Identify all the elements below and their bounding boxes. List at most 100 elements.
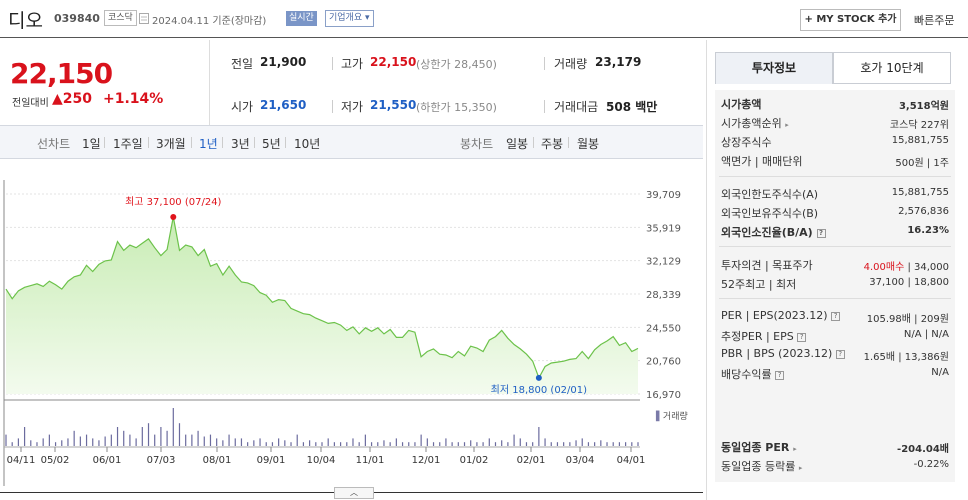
market-badge: 코스닥 xyxy=(104,10,137,26)
volume-bar xyxy=(414,442,416,446)
candle-weekly[interactable]: 주봉 xyxy=(541,135,563,152)
sector-per-label[interactable]: 동일업종 PER ▸ xyxy=(721,439,797,455)
company-overview-dropdown[interactable]: 기업개요 ▾ xyxy=(325,10,374,27)
foreign-hold-value: 2,576,836 xyxy=(898,206,949,217)
x-tick-label: 07/03 xyxy=(147,455,176,466)
volume-bar xyxy=(389,442,391,446)
per-value: 105.98배 | 209원 xyxy=(866,314,949,325)
volume-bar xyxy=(594,442,596,446)
foreign-rate-label[interactable]: 외국인소진율(B/A) ? xyxy=(721,224,826,240)
volume-bar xyxy=(278,438,280,446)
pbr-label: PBR | BPS (2023.12) ? xyxy=(721,347,845,360)
volume-bar xyxy=(358,442,360,446)
low-point-marker xyxy=(535,374,542,381)
volume-bar xyxy=(488,438,490,446)
volume-bar xyxy=(525,442,528,446)
volume-bar xyxy=(352,438,354,446)
price-chart[interactable]: 39,709 35,919 32,129 28,339 24,550 20,760 16,9… xyxy=(0,160,703,488)
divider xyxy=(191,137,192,148)
y-tick-label: 20,760 xyxy=(646,357,681,368)
divider xyxy=(148,137,149,148)
period-1y[interactable]: 1년 xyxy=(199,135,218,152)
tab-invest-info[interactable]: 투자정보 xyxy=(715,52,833,84)
chart-collapse-button[interactable]: ︿ xyxy=(334,487,374,499)
volume-bar xyxy=(30,440,32,446)
volume-bar xyxy=(104,436,106,446)
volume-bar xyxy=(98,440,100,446)
y-tick-label: 16,970 xyxy=(646,390,681,401)
amount-value: 508 백만 xyxy=(606,100,658,114)
volume-bar xyxy=(556,442,559,446)
volume-bar xyxy=(339,442,342,446)
price-area xyxy=(6,216,638,394)
candle-monthly[interactable]: 월봉 xyxy=(577,135,599,152)
pbr-value: 1.65배 | 13,386원 xyxy=(863,352,949,363)
help-icon[interactable]: ? xyxy=(816,228,826,238)
volume-bar xyxy=(123,430,125,446)
volume-bar xyxy=(191,434,193,446)
volume-bar xyxy=(116,427,119,446)
period-10y[interactable]: 10년 xyxy=(294,135,320,152)
add-mystock-button[interactable]: + MY STOCK 추가 xyxy=(800,9,901,31)
prev-close-label: 전일 xyxy=(231,57,254,71)
sector-rate-label[interactable]: 동일업종 등락률 ▸ xyxy=(721,458,802,474)
stock-name: 디오 xyxy=(8,10,43,32)
divider xyxy=(222,137,223,148)
volume-bar xyxy=(178,423,181,446)
volume-bar xyxy=(290,442,292,446)
quick-order-button[interactable]: 빠른주문 xyxy=(914,12,954,28)
volume-bar xyxy=(48,434,50,446)
volume-bar xyxy=(85,434,88,446)
x-tick-label: 01/02 xyxy=(460,455,489,466)
period-1w[interactable]: 1주일 xyxy=(113,135,143,152)
per-label: PER | EPS(2023.12) ? xyxy=(721,309,841,322)
dividend-value: N/A xyxy=(931,367,949,378)
sector-info: 동일업종 PER ▸ -204.04배 동일업종 등락률 ▸ -0.22% xyxy=(715,433,955,482)
help-icon[interactable]: ? xyxy=(797,332,807,342)
volume-bar xyxy=(296,434,298,446)
line-chart-label: 선차트 xyxy=(37,137,71,151)
low-label: 저가 xyxy=(341,100,364,114)
volume-bar xyxy=(327,438,329,446)
realtime-button[interactable]: 실시간 xyxy=(286,11,317,26)
volume-bar xyxy=(612,442,614,446)
divider xyxy=(254,137,255,148)
volume-bar xyxy=(494,442,497,446)
market-cap-value: 3,518억원 xyxy=(898,101,949,112)
par-value: 500원 | 1주 xyxy=(895,158,949,169)
upper-limit: (상한가 28,450) xyxy=(416,58,497,71)
cap-rank-label[interactable]: 시가총액순위 ▸ xyxy=(721,115,789,131)
volume-label: 거래량 xyxy=(554,57,588,71)
divider xyxy=(209,40,210,125)
x-tick-label: 10/04 xyxy=(307,455,336,466)
prev-close-value: 21,900 xyxy=(260,55,307,69)
period-1d[interactable]: 1일 xyxy=(82,135,101,152)
volume-bar xyxy=(160,427,162,446)
help-icon[interactable]: ? xyxy=(835,349,845,359)
candle-daily[interactable]: 일봉 xyxy=(506,135,528,152)
help-icon[interactable]: ? xyxy=(831,311,841,321)
divider xyxy=(719,176,951,177)
investment-info-panel: 투자정보 호가 10단계 시가총액 3,518억원 시가총액순위 ▸ 코스닥 2… xyxy=(706,40,968,500)
period-5y[interactable]: 5년 xyxy=(262,135,281,152)
volume-bar xyxy=(129,434,131,446)
divider xyxy=(285,137,286,148)
low-value: 21,550 xyxy=(370,98,417,112)
divider xyxy=(332,57,333,70)
market-cap-label: 시가총액 xyxy=(721,98,762,111)
period-3m[interactable]: 3개월 xyxy=(156,135,186,152)
volume-bar xyxy=(587,442,590,446)
y-tick-label: 35,919 xyxy=(646,223,681,234)
tab-orderbook[interactable]: 호가 10단계 xyxy=(833,52,951,84)
volume-bar xyxy=(67,438,69,446)
divider xyxy=(332,100,333,113)
volume-bar xyxy=(550,442,552,446)
help-icon[interactable]: ? xyxy=(775,370,785,380)
info-table: 시가총액 3,518억원 시가총액순위 ▸ 코스닥 227위 상장주식수 15,… xyxy=(715,90,955,440)
volume-bar xyxy=(284,440,286,446)
volume-bar xyxy=(333,442,335,446)
x-tick-label: 06/01 xyxy=(93,455,122,466)
volume-bar xyxy=(222,440,224,446)
period-3y[interactable]: 3년 xyxy=(231,135,250,152)
